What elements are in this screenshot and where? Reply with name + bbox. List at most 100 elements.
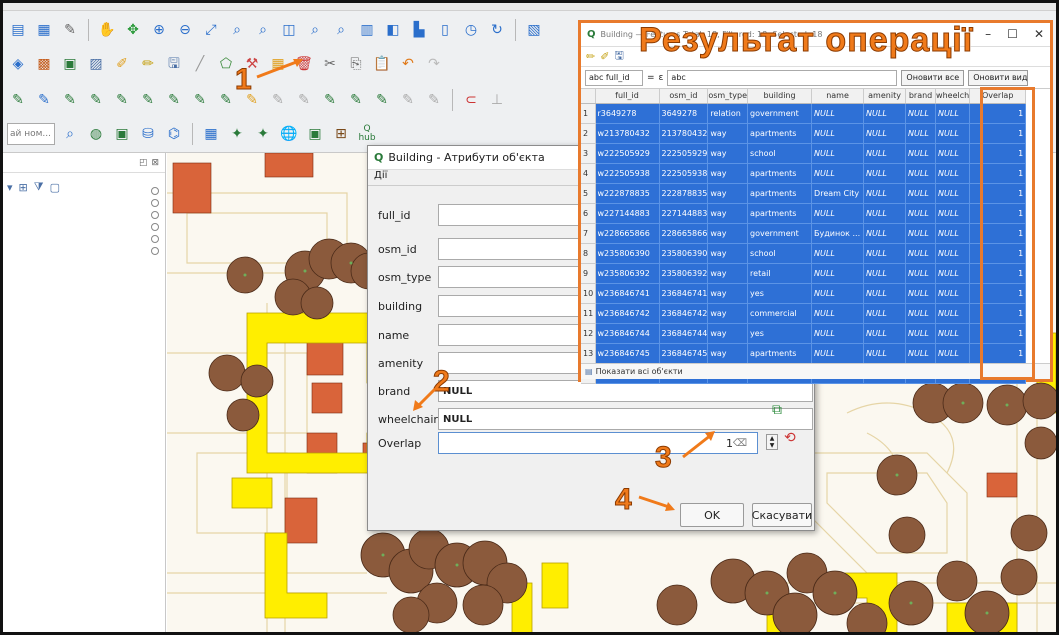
cut-features-icon[interactable]: ✂	[319, 53, 341, 75]
digitizing-icon-16[interactable]: ✎	[397, 89, 419, 111]
save-icon[interactable]: 🖫	[614, 47, 623, 66]
bookmark-icon[interactable]: ◧	[382, 19, 404, 41]
gps-icon[interactable]: ✦	[252, 123, 274, 145]
table-cell-brand[interactable]: NULL	[905, 223, 937, 244]
attribute-table[interactable]: full_id osm_id osm_type building name am…	[581, 89, 1027, 384]
new-project-icon[interactable]: ▤	[7, 19, 29, 41]
maximize-icon[interactable]: ☐	[1007, 27, 1018, 41]
column-header[interactable]: wheelch	[935, 89, 971, 104]
table-cell-building[interactable]: apartments	[747, 183, 813, 204]
table-cell-osm-id[interactable]: 235806390	[659, 243, 709, 264]
redo-icon[interactable]: ↷	[423, 53, 445, 75]
digitizing-icon-14[interactable]: ✎	[345, 89, 367, 111]
update-all-button[interactable]: Оновити все	[901, 69, 965, 86]
table-cell-name[interactable]: NULL	[811, 203, 865, 224]
table-cell-brand[interactable]: NULL	[905, 163, 937, 184]
ok-button[interactable]: OK	[680, 503, 744, 527]
table-cell-full-id[interactable]: w236846745	[595, 343, 660, 364]
digitizing-icon-8[interactable]: ✎	[189, 89, 211, 111]
table-cell-osm-type[interactable]: way	[707, 283, 749, 304]
save-edits-icon[interactable]: 🖫	[163, 53, 185, 75]
row-number[interactable]: 2	[581, 123, 596, 144]
cancel-button[interactable]: Скасувати	[752, 503, 812, 527]
python-console-icon[interactable]: ⌬	[163, 123, 185, 145]
table-cell-osm-type[interactable]: relation	[707, 103, 749, 124]
side-ring-icon-5[interactable]	[151, 235, 159, 243]
side-ring-icon-2[interactable]	[151, 199, 159, 207]
table-cell-osm-id[interactable]: 235806392	[659, 263, 709, 284]
table-cell-amenity[interactable]: NULL	[863, 203, 907, 224]
layer-manager-icon[interactable]: ▣	[59, 53, 81, 75]
digitizing-icon-12[interactable]: ✎	[293, 89, 315, 111]
table-cell-osm-type[interactable]: way	[707, 343, 749, 364]
table-cell-wheelchair[interactable]: NULL	[935, 203, 971, 224]
table-cell-name[interactable]: NULL	[811, 243, 865, 264]
save-project-icon[interactable]: ✎	[59, 19, 81, 41]
row-number[interactable]: 9	[581, 263, 596, 284]
table-cell-full-id[interactable]: w236846744	[595, 323, 660, 344]
table-cell-osm-id[interactable]: 222878835	[659, 183, 709, 204]
table-cell-osm-id[interactable]: 222505938	[659, 163, 709, 184]
zoom-next-icon[interactable]: ⌕	[330, 19, 352, 41]
table-cell-full-id[interactable]: w236846742	[595, 303, 660, 324]
zoom-native-icon[interactable]: ◫	[278, 19, 300, 41]
table-cell-amenity[interactable]: NULL	[863, 223, 907, 244]
table-cell-brand[interactable]: NULL	[905, 183, 937, 204]
side-ring-icon-6[interactable]	[151, 247, 159, 255]
browser-icon[interactable]: ▣	[111, 123, 133, 145]
table-cell-osm-id[interactable]: 213780432	[659, 123, 709, 144]
digitizing-icon-2[interactable]: ✎	[33, 89, 55, 111]
table-cell-wheelchair[interactable]: NULL	[935, 303, 971, 324]
pan-icon[interactable]: ✋	[96, 19, 118, 41]
row-number[interactable]: 5	[581, 183, 596, 204]
table-cell-osm-type[interactable]: way	[707, 303, 749, 324]
qgis-hub-icon[interactable]: Qhub	[356, 123, 378, 145]
table-cell-brand[interactable]: NULL	[905, 283, 937, 304]
digitizing-icon-1[interactable]: ✎	[7, 89, 29, 111]
table-cell-brand[interactable]: NULL	[905, 123, 937, 144]
show-all-features-button[interactable]: Показати всі об'єкти	[596, 367, 683, 376]
clear-value-icon[interactable]: ⌫	[733, 438, 747, 449]
refresh-icon[interactable]: ↻	[486, 19, 508, 41]
panel-close-icon[interactable]: ⊠	[151, 158, 159, 168]
table-cell-osm-id[interactable]: 227144883	[659, 203, 709, 224]
digitizing-icon-3[interactable]: ✎	[59, 89, 81, 111]
side-ring-icon-4[interactable]	[151, 223, 159, 231]
qgis-logo-icon[interactable]: ▣	[304, 123, 326, 145]
table-row[interactable]: 13 w236846745 236846745 way apartments NULL NU…	[581, 343, 1027, 364]
digitizing-icon-4[interactable]: ✎	[85, 89, 107, 111]
table-cell-osm-type[interactable]: way	[707, 263, 749, 284]
column-header[interactable]: full_id	[595, 89, 660, 104]
snapping-icon[interactable]: ⊥	[486, 89, 508, 111]
table-cell-osm-type[interactable]: way	[707, 223, 749, 244]
digitizing-icon-11[interactable]: ✎	[267, 89, 289, 111]
digitizing-icon-17[interactable]: ✎	[423, 89, 445, 111]
db-manager-icon[interactable]: ⛁	[137, 123, 159, 145]
table-row[interactable]: 6 w227144883 227144883 way apartments NULL NUL…	[581, 203, 1027, 224]
plugin-icon[interactable]: ▦	[200, 123, 222, 145]
side-ring-icon-1[interactable]	[151, 187, 159, 195]
add-layer-icon[interactable]: ▩	[33, 53, 55, 75]
add-polygon-icon[interactable]: ⬠	[215, 53, 237, 75]
multi-edit-icon[interactable]: ✐	[600, 50, 609, 63]
add-group-icon[interactable]: ⊞	[19, 181, 28, 194]
new-map-view-icon[interactable]: ▥	[356, 19, 378, 41]
globe-icon[interactable]: 🌐	[278, 123, 300, 145]
digitizing-icon-7[interactable]: ✎	[163, 89, 185, 111]
table-cell-osm-id[interactable]: 228665866	[659, 223, 709, 244]
table-cell-building[interactable]: commercial	[747, 303, 813, 324]
digitizing-icon-5[interactable]: ✎	[111, 89, 133, 111]
expand-icon[interactable]: ▢	[50, 181, 60, 194]
side-ring-icon-3[interactable]	[151, 211, 159, 219]
table-cell-wheelchair[interactable]: NULL	[935, 243, 971, 264]
table-cell-wheelchair[interactable]: NULL	[935, 123, 971, 144]
spin-arrows[interactable]: ▲ ▼	[766, 434, 778, 450]
processing-icon[interactable]: ▨	[85, 53, 107, 75]
row-number[interactable]: 8	[581, 243, 596, 264]
digitizing-icon-13[interactable]: ✎	[319, 89, 341, 111]
table-cell-brand[interactable]: NULL	[905, 303, 937, 324]
table-cell-name[interactable]: NULL	[811, 263, 865, 284]
table-cell-brand[interactable]: NULL	[905, 263, 937, 284]
copy-features-icon[interactable]: ⎘	[345, 53, 367, 75]
style-manager-icon[interactable]: ◈	[7, 53, 29, 75]
